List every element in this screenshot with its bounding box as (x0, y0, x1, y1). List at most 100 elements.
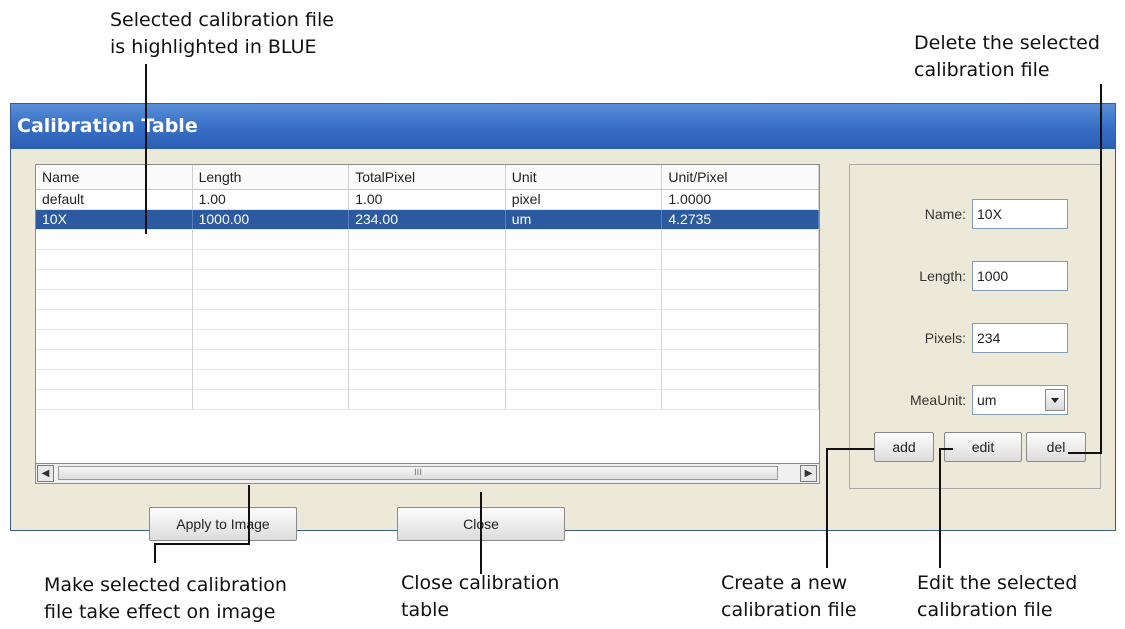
table-row[interactable] (36, 390, 819, 410)
callout-line-apply-b (154, 543, 156, 563)
callout-line-apply-h (154, 543, 250, 545)
table-cell (193, 350, 350, 369)
table-cell (36, 290, 193, 309)
table-cell (506, 370, 663, 389)
table-cell (662, 330, 819, 349)
callout-line-delete (1100, 84, 1102, 454)
table-cell (662, 230, 819, 249)
table-row[interactable]: default 1.00 1.00 pixel 1.0000 (36, 190, 819, 210)
table-cell (36, 250, 193, 269)
window-client-area: Name Length TotalPixel Unit Unit/Pixel d… (11, 149, 1115, 541)
table-cell (36, 350, 193, 369)
table-row[interactable] (36, 250, 819, 270)
table-row[interactable] (36, 290, 819, 310)
callout-line-add-v (826, 448, 828, 568)
table-cell: default (36, 190, 193, 209)
annotation-add-note: Create a new calibration file (721, 572, 857, 621)
table-cell: 4.2735 (662, 210, 819, 229)
table-cell (193, 290, 350, 309)
table-row[interactable] (36, 330, 819, 350)
table-cell (36, 370, 193, 389)
annotation-edit-note: Edit the selected calibration file (917, 572, 1078, 621)
table-cell (349, 370, 506, 389)
annotation-close-note: Close calibration table (401, 572, 560, 621)
table-cell (662, 290, 819, 309)
calibration-table[interactable]: Name Length TotalPixel Unit Unit/Pixel d… (35, 164, 820, 464)
table-cell (349, 250, 506, 269)
meaunit-value: um (977, 392, 997, 408)
edit-button[interactable]: edit (944, 432, 1022, 462)
table-cell (662, 390, 819, 409)
pixels-label: Pixels: (924, 330, 966, 346)
column-header-totalpixel[interactable]: TotalPixel (349, 165, 506, 189)
table-cell (349, 330, 506, 349)
table-cell (662, 310, 819, 329)
callout-line-edit-v (939, 448, 941, 568)
table-row[interactable] (36, 230, 819, 250)
table-cell (662, 350, 819, 369)
table-cell (36, 390, 193, 409)
callout-line-close (480, 492, 482, 574)
scroll-right-icon[interactable]: ▶ (800, 465, 817, 482)
apply-to-image-button[interactable]: Apply to Image (149, 507, 297, 541)
table-cell (662, 250, 819, 269)
table-cell: 1.00 (349, 190, 506, 209)
table-cell (506, 290, 663, 309)
name-label: Name: (924, 206, 966, 222)
pixels-field[interactable] (972, 323, 1068, 353)
meaunit-label: MeaUnit: (909, 392, 966, 408)
dropdown-arrow-icon[interactable] (1045, 389, 1065, 411)
table-cell (662, 270, 819, 289)
table-cell (349, 230, 506, 249)
table-cell (349, 310, 506, 329)
table-row[interactable] (36, 270, 819, 290)
table-cell: pixel (506, 190, 663, 209)
table-row[interactable] (36, 370, 819, 390)
table-cell (193, 270, 350, 289)
del-button[interactable]: del (1026, 432, 1086, 462)
table-cell (506, 390, 663, 409)
column-header-unit-per-pixel[interactable]: Unit/Pixel (662, 165, 819, 189)
name-field[interactable] (972, 199, 1068, 229)
length-label: Length: (919, 268, 966, 284)
table-cell (506, 310, 663, 329)
add-button[interactable]: add (874, 432, 934, 462)
table-cell (193, 390, 350, 409)
column-header-unit[interactable]: Unit (506, 165, 663, 189)
callout-line-delete-h (1068, 452, 1102, 454)
scroll-left-icon[interactable]: ◀ (37, 465, 54, 482)
table-cell (349, 270, 506, 289)
window-title: Calibration Table (11, 104, 1115, 149)
annotation-selected-note: Selected calibration file is highlighted… (110, 9, 334, 58)
scroll-thumb[interactable]: III (58, 466, 778, 480)
table-cell: 10X (36, 210, 193, 229)
table-cell (36, 230, 193, 249)
table-cell (506, 350, 663, 369)
callout-line-edit-h (939, 448, 953, 450)
column-header-length[interactable]: Length (193, 165, 350, 189)
table-cell (506, 250, 663, 269)
table-cell (193, 370, 350, 389)
horizontal-scrollbar[interactable]: ◀ III ▶ (35, 464, 820, 484)
length-field[interactable] (972, 261, 1068, 291)
table-cell (506, 230, 663, 249)
callout-line-add-h (826, 448, 874, 450)
table-cell (662, 370, 819, 389)
table-cell (193, 310, 350, 329)
table-cell (506, 330, 663, 349)
table-header: Name Length TotalPixel Unit Unit/Pixel (36, 165, 819, 190)
table-row[interactable] (36, 310, 819, 330)
table-cell (349, 290, 506, 309)
column-header-name[interactable]: Name (36, 165, 193, 189)
table-cell: 234.00 (349, 210, 506, 229)
table-body: default 1.00 1.00 pixel 1.0000 10X 1000.00 234.… (36, 190, 819, 410)
annotation-apply-note: Make selected calibration file take effe… (44, 574, 287, 623)
calibration-table-window: Calibration Table Name Length TotalPixel… (10, 103, 1116, 541)
table-cell (36, 330, 193, 349)
table-cell (36, 270, 193, 289)
table-cell: 1000.00 (193, 210, 350, 229)
meaunit-select[interactable]: um (972, 385, 1068, 415)
table-row[interactable]: 10X 1000.00 234.00 um 4.2735 (36, 210, 819, 230)
table-row[interactable] (36, 350, 819, 370)
callout-line-apply-a (248, 485, 250, 545)
